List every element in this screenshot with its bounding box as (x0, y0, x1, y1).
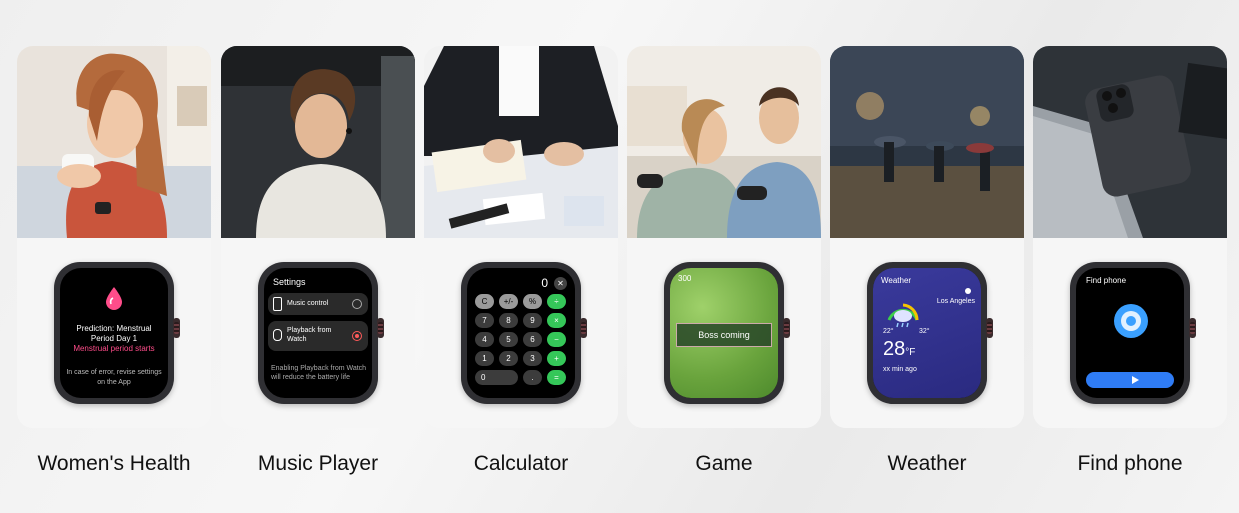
key-9[interactable]: 9 (523, 313, 542, 328)
key-8[interactable]: 8 (499, 313, 518, 328)
key-3[interactable]: 3 (523, 351, 542, 366)
watch-screen[interactable]: 300 Boss coming (670, 268, 778, 398)
phone-icon (273, 297, 282, 311)
watch-panel: 300 Boss coming (627, 238, 821, 428)
card-music-player: Settings Music control Playback from Wat… (221, 46, 415, 428)
feature-label: Music Player (257, 452, 379, 475)
feature-label: Women's Health (37, 452, 191, 475)
key-6[interactable]: 6 (523, 332, 542, 347)
card-find-phone: Find phone (1033, 46, 1227, 428)
watch-panel: Find phone (1033, 238, 1227, 428)
drop-icon (106, 287, 122, 310)
smartwatch: Settings Music control Playback from Wat… (258, 262, 384, 404)
key-1[interactable]: 1 (475, 351, 494, 366)
temp-value: 28 (883, 338, 906, 360)
smartwatch: 0 ✕ C +/- % ÷ 7 8 9 × 4 5 6 − 1 2 3 + 0 … (461, 262, 587, 404)
key-minus[interactable]: − (547, 332, 566, 347)
feature-label: Game (695, 452, 753, 475)
low-temp: 22° (883, 328, 894, 335)
key-4[interactable]: 4 (475, 332, 494, 347)
watch-crown (580, 318, 587, 338)
location-pin-icon (965, 288, 971, 294)
watch-crown (173, 318, 180, 338)
watch-panel: Settings Music control Playback from Wat… (221, 238, 415, 428)
key-sign[interactable]: +/- (499, 294, 518, 309)
watch-screen[interactable]: Weather Los Angeles 22° 32° 28°F xx min … (873, 268, 981, 398)
key-5[interactable]: 5 (499, 332, 518, 347)
watch-icon (273, 329, 282, 341)
weather-title: Weather (881, 276, 912, 285)
feature-label: Find phone (1077, 452, 1183, 475)
watch-crown (377, 318, 384, 338)
play-icon (1132, 376, 1139, 384)
key-2[interactable]: 2 (499, 351, 518, 366)
find-phone-title: Find phone (1086, 276, 1127, 285)
watch-screen[interactable]: Find phone (1076, 268, 1184, 398)
city-name: Los Angeles (936, 298, 975, 305)
game-score: 300 (678, 274, 692, 283)
radio-off-icon[interactable] (352, 299, 362, 309)
watch-panel: 0 ✕ C +/- % ÷ 7 8 9 × 4 5 6 − 1 2 3 + 0 … (424, 238, 618, 428)
card-calculator: 0 ✕ C +/- % ÷ 7 8 9 × 4 5 6 − 1 2 3 + 0 … (424, 46, 618, 428)
feature-label: Calculator (473, 452, 569, 475)
photo-rainy-street (830, 46, 1024, 238)
key-7[interactable]: 7 (475, 313, 494, 328)
radio-on-icon[interactable] (352, 331, 362, 341)
key-divide[interactable]: ÷ (547, 294, 566, 309)
photo-woman-with-mug (17, 46, 211, 238)
updated-time: xx min ago (883, 366, 917, 373)
calc-value: 0 (541, 276, 548, 290)
watch-crown (783, 318, 790, 338)
watch-panel: Prediction: Menstrual Period Day 1 Menst… (17, 238, 211, 428)
card-game: 300 Boss coming (627, 46, 821, 428)
watch-crown (1189, 318, 1196, 338)
boss-banner: Boss coming (676, 323, 772, 347)
key-multiply[interactable]: × (547, 313, 566, 328)
prediction-text: Prediction: Menstrual Period Day 1 (76, 324, 152, 343)
watch-screen[interactable]: 0 ✕ C +/- % ÷ 7 8 9 × 4 5 6 − 1 2 3 + 0 … (467, 268, 575, 398)
start-button[interactable] (1086, 372, 1174, 388)
settings-title: Settings (273, 277, 306, 287)
playback-from-watch-option[interactable]: Playback from Watch (268, 321, 368, 351)
photo-man-with-earbuds (221, 46, 415, 238)
watch-panel: Weather Los Angeles 22° 32° 28°F xx min … (830, 238, 1024, 428)
radar-icon (1114, 304, 1148, 338)
watch-crown (986, 318, 993, 338)
watch-screen[interactable]: Settings Music control Playback from Wat… (264, 268, 372, 398)
battery-note: Enabling Playback from Watch will reduce… (271, 365, 367, 381)
card-weather: Weather Los Angeles 22° 32° 28°F xx min … (830, 46, 1024, 428)
rain-cloud-icon (887, 303, 919, 328)
high-temp: 32° (919, 328, 930, 335)
close-icon[interactable]: ✕ (554, 276, 567, 290)
key-percent[interactable]: % (523, 294, 542, 309)
key-equals[interactable]: = (547, 370, 566, 385)
smartwatch: Weather Los Angeles 22° 32° 28°F xx min … (867, 262, 993, 404)
photo-person-writing (424, 46, 618, 238)
feature-label: Weather (887, 452, 967, 475)
smartwatch: Prediction: Menstrual Period Day 1 Menst… (54, 262, 180, 404)
smartwatch: 300 Boss coming (664, 262, 790, 404)
card-womens-health: Prediction: Menstrual Period Day 1 Menst… (17, 46, 211, 428)
key-plus[interactable]: + (547, 351, 566, 366)
key-clear[interactable]: C (475, 294, 494, 309)
photo-phone-laptop (1033, 46, 1227, 238)
feature-showcase: Prediction: Menstrual Period Day 1 Menst… (0, 0, 1239, 513)
key-0[interactable]: 0 (475, 370, 518, 385)
current-temp: 28°F (883, 338, 915, 361)
key-decimal[interactable]: . (523, 370, 542, 385)
error-note: In case of error, revise settings on the… (66, 369, 162, 386)
temp-unit: °F (905, 347, 916, 358)
period-status: Menstrual period starts (73, 344, 155, 353)
music-control-option[interactable]: Music control (268, 293, 368, 315)
calc-display: 0 ✕ (541, 276, 567, 290)
watch-screen[interactable]: Prediction: Menstrual Period Day 1 Menst… (60, 268, 168, 398)
smartwatch: Find phone (1070, 262, 1196, 404)
photo-couple-gaming (627, 46, 821, 238)
